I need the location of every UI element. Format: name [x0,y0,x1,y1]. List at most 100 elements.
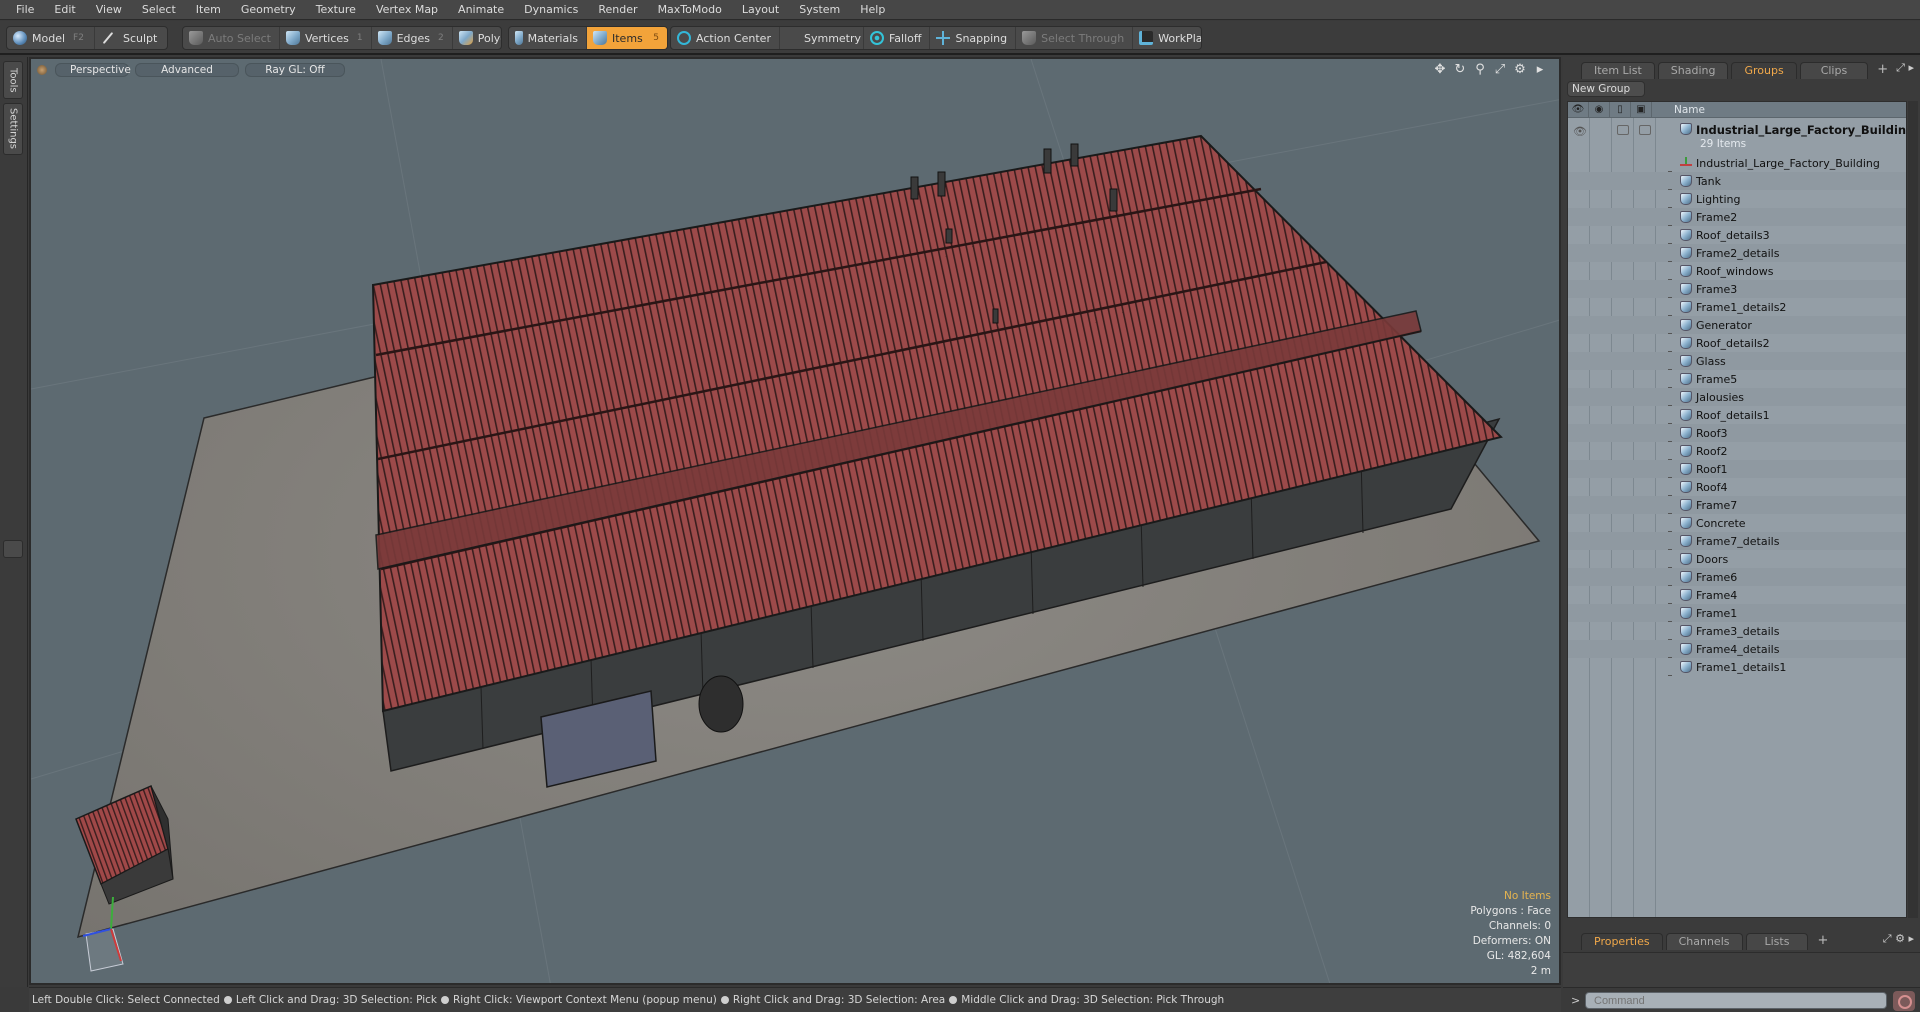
group-item-row[interactable]: Roof_windows [1568,262,1906,280]
tab-properties[interactable]: Properties [1581,933,1663,950]
maximize-icon[interactable]: ⤢ [1493,63,1507,77]
group-item-row[interactable]: Frame5 [1568,370,1906,388]
lock-column-icon[interactable]: ▯ [1610,102,1631,118]
name-column-header[interactable]: Name [1652,104,1705,116]
group-item-row[interactable]: Roof4 [1568,478,1906,496]
group-visibility-icon[interactable]: 👁 [1573,125,1587,138]
vertices-button[interactable]: Vertices 1 [280,27,372,49]
tab-lists[interactable]: Lists [1745,933,1809,950]
maximize-bottom-panel-icon[interactable]: ⤢ [1883,932,1892,945]
maximize-panel-icon[interactable]: ⤢ [1896,61,1905,74]
group-item-row[interactable]: Concrete [1568,514,1906,532]
menu-vertex-map[interactable]: Vertex Map [366,0,448,20]
group-item-row[interactable]: Doors [1568,550,1906,568]
menu-layout[interactable]: Layout [732,0,789,20]
bottom-gear-icon[interactable]: ⚙ [1895,932,1905,945]
visibility-column-icon[interactable]: 👁 [1568,102,1589,118]
group-item-row[interactable]: Jalousies [1568,388,1906,406]
render-column-icon[interactable]: ◉ [1589,102,1610,118]
group-render-icon[interactable] [1595,125,1607,135]
tab-clips[interactable]: Clips [1799,62,1869,79]
select-column-icon[interactable]: ▣ [1631,102,1652,118]
menu-help[interactable]: Help [850,0,895,20]
group-select-icon[interactable] [1639,125,1651,135]
arrow-right-icon[interactable]: ▸ [1533,63,1547,77]
menu-edit[interactable]: Edit [44,0,85,20]
group-item-row[interactable]: Tank [1568,172,1906,190]
tab-groups[interactable]: Groups [1731,62,1797,79]
tab-settings[interactable]: Settings [3,103,23,155]
group-item-row[interactable]: Roof_details3 [1568,226,1906,244]
group-item-row[interactable]: Frame3_details [1568,622,1906,640]
collapse-handle[interactable] [3,540,23,558]
group-item-row[interactable]: Frame7_details [1568,532,1906,550]
zoom-view-icon[interactable]: ⚲ [1473,63,1487,77]
group-item-row[interactable]: Generator [1568,316,1906,334]
gear-icon[interactable]: ⚙ [1513,63,1527,77]
tab-channels[interactable]: Channels [1665,933,1743,950]
menu-file[interactable]: File [6,0,44,20]
raygl-toggle[interactable]: Ray GL: Off [245,63,345,77]
group-item-row[interactable]: Frame1 [1568,604,1906,622]
menu-system[interactable]: System [789,0,850,20]
falloff-button[interactable]: Falloff [864,27,931,49]
edges-button[interactable]: Edges 2 [372,27,453,49]
add-tab-button[interactable]: + [1871,62,1894,79]
scene-render[interactable] [31,59,1561,985]
menu-render[interactable]: Render [588,0,647,20]
tab-shading[interactable]: Shading [1657,62,1729,79]
group-item-row[interactable]: Frame7 [1568,496,1906,514]
workplane-button[interactable]: WorkPlane [1133,27,1201,49]
group-item-row[interactable]: Frame1_details1 [1568,658,1906,676]
menu-animate[interactable]: Animate [448,0,514,20]
menu-texture[interactable]: Texture [306,0,366,20]
group-item-row[interactable]: Roof3 [1568,424,1906,442]
select-through-button[interactable]: Select Through [1016,27,1134,49]
group-item-row[interactable]: Frame2_details [1568,244,1906,262]
add-bottom-tab-button[interactable]: + [1811,933,1834,950]
menu-item[interactable]: Item [186,0,231,20]
bottom-panel-arrow-icon[interactable]: ▸ [1908,932,1914,945]
group-item-row[interactable]: Roof_details1 [1568,406,1906,424]
group-item-row[interactable]: Roof_details2 [1568,334,1906,352]
menu-geometry[interactable]: Geometry [231,0,306,20]
model-button[interactable]: Model F2 [7,27,95,49]
menu-maxtomodo[interactable]: MaxToModo [648,0,732,20]
group-row[interactable]: 👁 Industrial_Large_Factory_Building... 2… [1568,119,1906,153]
polygons-button[interactable]: Polygons [453,27,501,49]
new-group-button[interactable]: New Group [1567,81,1645,97]
rotate-view-icon[interactable]: ↻ [1453,63,1467,77]
group-item-row[interactable]: Glass [1568,352,1906,370]
group-item-row[interactable]: Lighting [1568,190,1906,208]
3d-viewport[interactable]: Perspective Advanced Ray GL: Off ✥ ↻ ⚲ ⤢… [29,57,1561,985]
action-center-button[interactable]: Action Center [671,27,780,49]
viewport-options-icon[interactable] [37,65,47,75]
command-input[interactable] [1585,992,1887,1009]
group-item-row[interactable]: Frame6 [1568,568,1906,586]
view-mode-dropdown[interactable]: Perspective [55,63,131,77]
command-record-button[interactable] [1893,991,1915,1011]
group-item-row[interactable]: Frame2 [1568,208,1906,226]
group-item-row[interactable]: Frame4_details [1568,640,1906,658]
tab-item-list[interactable]: Item List [1581,62,1655,79]
symmetry-button[interactable]: Symmetry [780,27,864,49]
move-view-icon[interactable]: ✥ [1433,63,1447,77]
materials-button[interactable]: Materials [509,27,587,49]
menu-view[interactable]: View [86,0,132,20]
auto-select-button[interactable]: Auto Select [183,27,280,49]
group-lock-icon[interactable] [1617,125,1629,135]
shading-dropdown[interactable]: Advanced [135,63,239,77]
items-button[interactable]: Items 5 [587,27,667,49]
group-item-row[interactable]: Frame4 [1568,586,1906,604]
group-item-row[interactable]: Frame1_details2 [1568,298,1906,316]
tab-tools[interactable]: Tools [3,61,23,99]
group-item-row[interactable]: Frame3 [1568,280,1906,298]
group-item-row[interactable]: Industrial_Large_Factory_Building [1568,154,1906,172]
menu-dynamics[interactable]: Dynamics [514,0,588,20]
menu-select[interactable]: Select [132,0,186,20]
group-item-row[interactable]: Roof1 [1568,460,1906,478]
panel-menu-arrow-icon[interactable]: ▸ [1908,61,1914,74]
snapping-button[interactable]: Snapping [930,27,1017,49]
group-item-row[interactable]: Roof2 [1568,442,1906,460]
sculpt-button[interactable]: Sculpt [95,27,165,49]
